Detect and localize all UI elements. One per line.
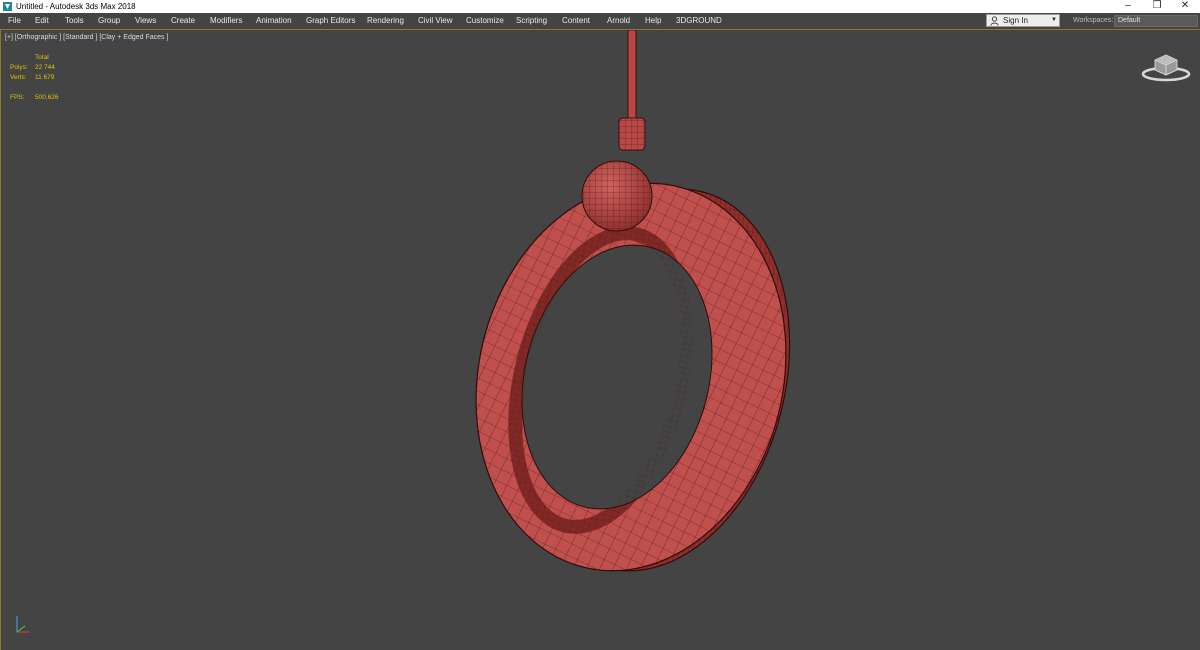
menu-tools[interactable]: Tools: [65, 13, 84, 29]
stats-verts-label: Verts:: [10, 74, 27, 81]
title-bar: Untitled - Autodesk 3ds Max 2018 – ❐ ✕: [0, 0, 1200, 13]
sign-in-dropdown[interactable]: Sign In ▼: [986, 14, 1060, 27]
stats-polys-label: Polys:: [10, 64, 28, 71]
app-icon: [3, 2, 12, 11]
close-button[interactable]: ✕: [1170, 0, 1200, 13]
sign-in-label: Sign In: [1003, 16, 1028, 25]
chevron-down-icon: ▼: [1051, 17, 1057, 23]
menu-content[interactable]: Content: [562, 13, 590, 29]
menu-rendering[interactable]: Rendering: [367, 13, 404, 29]
menu-3dground[interactable]: 3DGROUND: [676, 13, 722, 29]
workspaces-select[interactable]: Default: [1114, 15, 1198, 27]
stats-fps-label: FPS:: [10, 94, 25, 101]
menu-customize[interactable]: Customize: [466, 13, 504, 29]
menu-group[interactable]: Group: [98, 13, 120, 29]
stats-verts-value: 11 679: [35, 74, 55, 81]
menu-graph-editors[interactable]: Graph Editors: [306, 13, 355, 29]
minimize-button[interactable]: –: [1113, 0, 1143, 13]
menu-edit[interactable]: Edit: [35, 13, 49, 29]
workspaces-value: Default: [1118, 17, 1141, 24]
menu-arnold[interactable]: Arnold: [607, 13, 630, 29]
stats-fps-value: 500,626: [35, 94, 59, 101]
menu-create[interactable]: Create: [171, 13, 195, 29]
menu-modifiers[interactable]: Modifiers: [210, 13, 242, 29]
stats-polys-value: 22 744: [35, 64, 55, 71]
menu-help[interactable]: Help: [645, 13, 661, 29]
window-title: Untitled - Autodesk 3ds Max 2018: [16, 2, 136, 11]
viewcube-icon[interactable]: [1141, 50, 1191, 82]
menu-animation[interactable]: Animation: [256, 13, 292, 29]
scene-canvas[interactable]: [1, 30, 1200, 650]
menu-civil-view[interactable]: Civil View: [418, 13, 453, 29]
viewport-label[interactable]: [+] [Orthographic ] [Standard ] [Clay + …: [5, 34, 168, 41]
menu-file[interactable]: File: [8, 13, 21, 29]
menu-views[interactable]: Views: [135, 13, 156, 29]
workspaces-label: Workspaces:: [1073, 17, 1114, 24]
perspective-viewport[interactable]: [+] [Orthographic ] [Standard ] [Clay + …: [0, 29, 1200, 650]
stats-total-header: Total: [35, 54, 49, 61]
restore-button[interactable]: ❐: [1142, 0, 1172, 13]
user-icon: [990, 16, 999, 26]
hanging-rod[interactable]: [627, 30, 637, 126]
axis-tripod-icon: [16, 616, 29, 633]
menu-scripting[interactable]: Scripting: [516, 13, 547, 29]
